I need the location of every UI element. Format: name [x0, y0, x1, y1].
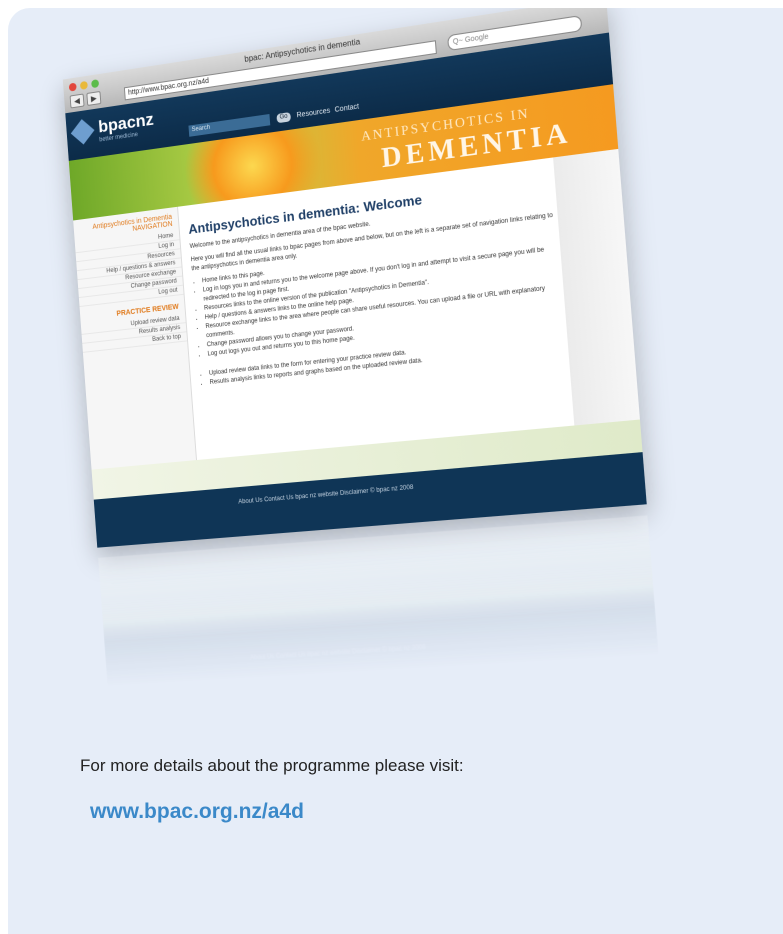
window-controls [69, 79, 99, 92]
site-search-go-button[interactable]: Go [276, 112, 291, 123]
browser-screenshot-stage: ◀ ▶ bpac: Antipsychotics in dementia htt… [80, 78, 660, 718]
forward-icon[interactable]: ▶ [86, 91, 101, 106]
main-content: Antipsychotics in dementia: Welcome Welc… [187, 166, 575, 467]
back-icon[interactable]: ◀ [70, 93, 85, 108]
top-nav-resources[interactable]: Resources [296, 107, 330, 119]
footer-links[interactable]: About Us Contact Us bpac nz website Disc… [238, 485, 413, 506]
caption-text: For more details about the programme ple… [80, 756, 464, 776]
close-window-button[interactable] [69, 83, 77, 92]
top-nav-contact[interactable]: Contact [334, 103, 359, 114]
section-sidebar: Antipsychotics in Dementia NAVIGATION Ho… [73, 207, 197, 470]
nav-buttons: ◀ ▶ [70, 91, 102, 109]
reflection-footer-text: About Us Contact Us bpac nz website Disc… [250, 645, 426, 662]
zoom-window-button[interactable] [91, 79, 99, 88]
promo-card: ◀ ▶ bpac: Antipsychotics in dementia htt… [8, 8, 783, 934]
minimize-window-button[interactable] [80, 81, 88, 90]
browser-screenshot: ◀ ▶ bpac: Antipsychotics in dementia htt… [63, 8, 647, 548]
browser-window: ◀ ▶ bpac: Antipsychotics in dementia htt… [63, 8, 647, 548]
programme-link[interactable]: www.bpac.org.nz/a4d [90, 800, 304, 824]
bpac-logo-icon [71, 119, 95, 144]
screenshot-reflection: About Us Contact Us bpac nz website Disc… [98, 515, 659, 688]
